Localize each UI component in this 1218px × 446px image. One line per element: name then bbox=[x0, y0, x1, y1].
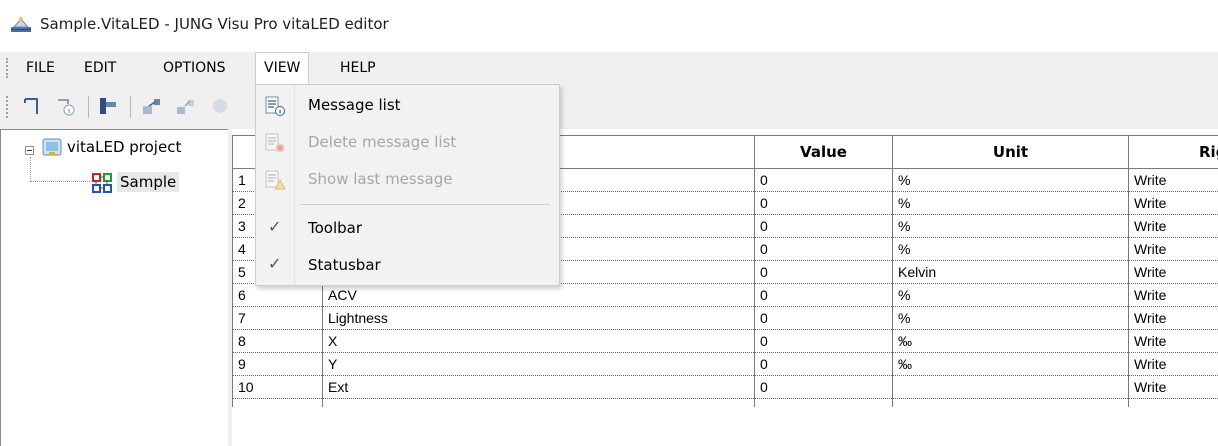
menu-separator bbox=[300, 204, 550, 205]
window-title: Sample.VitaLED - JUNG Visu Pro vitaLED e… bbox=[40, 15, 389, 33]
row-number: 9 bbox=[232, 353, 322, 376]
row-number: 8 bbox=[232, 330, 322, 353]
row-value[interactable]: 0 bbox=[754, 238, 892, 261]
toolbar-separator bbox=[88, 96, 89, 118]
tree-collapse-toggle[interactable] bbox=[25, 146, 34, 155]
tree-connector bbox=[30, 157, 31, 181]
row-rights[interactable]: Write bbox=[1128, 261, 1218, 284]
row-unit[interactable]: % bbox=[892, 238, 1128, 261]
menu-item-toolbar[interactable]: ✓ Toolbar bbox=[256, 211, 559, 246]
row-number: 10 bbox=[232, 376, 322, 399]
row-rights[interactable]: Write bbox=[1128, 284, 1218, 307]
row-value[interactable]: 0 bbox=[754, 284, 892, 307]
row-value[interactable]: 0 bbox=[754, 330, 892, 353]
row-unit[interactable] bbox=[892, 399, 1128, 407]
toolbar-separator bbox=[130, 96, 131, 118]
upload-icon[interactable] bbox=[174, 94, 198, 118]
download-icon[interactable] bbox=[208, 94, 232, 118]
export-icon[interactable] bbox=[140, 94, 164, 118]
row-rights[interactable]: Write bbox=[1128, 238, 1218, 261]
menu-item-delete-message-list[interactable]: Delete message list bbox=[256, 125, 559, 160]
row-value[interactable]: 0 bbox=[754, 261, 892, 284]
row-value[interactable] bbox=[754, 399, 892, 407]
row-rights[interactable]: Write bbox=[1128, 307, 1218, 330]
app-icon bbox=[11, 17, 31, 32]
menu-help[interactable]: HELP bbox=[332, 52, 384, 84]
menu-view[interactable]: VIEW bbox=[255, 52, 310, 84]
row-unit[interactable]: % bbox=[892, 284, 1128, 307]
column-header-unit[interactable]: Unit bbox=[892, 136, 1128, 168]
column-header-value[interactable]: Value bbox=[754, 136, 892, 168]
row-rights[interactable] bbox=[1128, 399, 1218, 407]
menu-item-label: Show last message bbox=[308, 170, 453, 188]
menubar-grip[interactable] bbox=[6, 58, 11, 78]
menu-item-label: Message list bbox=[308, 96, 401, 114]
warning-message-icon bbox=[265, 170, 286, 190]
row-unit[interactable]: % bbox=[892, 169, 1128, 192]
menu-bar: FILE EDIT OPTIONS VIEW HELP bbox=[0, 52, 1218, 84]
menu-item-label: Delete message list bbox=[308, 133, 457, 151]
project-icon bbox=[42, 138, 62, 156]
tree-item-sample[interactable]: Sample bbox=[117, 172, 180, 192]
checkmark-icon: ✓ bbox=[268, 254, 282, 273]
delete-message-list-icon bbox=[265, 133, 285, 153]
column-header-rights[interactable]: Rig bbox=[1128, 136, 1218, 168]
row-rights[interactable]: Write bbox=[1128, 192, 1218, 215]
title-bar: Sample.VitaLED - JUNG Visu Pro vitaLED e… bbox=[0, 0, 1218, 50]
row-rights[interactable]: Write bbox=[1128, 353, 1218, 376]
row-value[interactable]: 0 bbox=[754, 215, 892, 238]
row-name[interactable]: ACV bbox=[322, 284, 754, 307]
row-unit[interactable]: % bbox=[892, 192, 1128, 215]
table-row[interactable]: 8 X 0 ‰ Write bbox=[232, 330, 1218, 353]
row-name[interactable]: X bbox=[322, 330, 754, 353]
menu-item-show-last-message[interactable]: Show last message bbox=[256, 162, 559, 197]
tree-connector bbox=[30, 181, 90, 182]
row-unit[interactable]: % bbox=[892, 307, 1128, 330]
network-icon bbox=[92, 173, 112, 193]
message-list-icon bbox=[265, 96, 285, 116]
view-menu-dropdown: Message list Delete message list Show la… bbox=[255, 84, 560, 286]
row-unit[interactable]: Kelvin bbox=[892, 261, 1128, 284]
row-unit[interactable]: ‰ bbox=[892, 353, 1128, 376]
menu-options[interactable]: OPTIONS bbox=[155, 52, 234, 84]
row-name[interactable]: Lightness bbox=[322, 307, 754, 330]
menu-item-label: Toolbar bbox=[308, 219, 363, 237]
row-unit[interactable]: ‰ bbox=[892, 330, 1128, 353]
table-row[interactable]: 7 Lightness 0 % Write bbox=[232, 307, 1218, 330]
row-unit[interactable]: % bbox=[892, 215, 1128, 238]
row-number: 6 bbox=[232, 284, 322, 307]
row-value[interactable]: 0 bbox=[754, 353, 892, 376]
row-rights[interactable]: Write bbox=[1128, 376, 1218, 399]
toolbar bbox=[0, 84, 1218, 129]
row-name[interactable]: Y bbox=[322, 353, 754, 376]
row-rights[interactable]: Write bbox=[1128, 330, 1218, 353]
table-row[interactable] bbox=[232, 399, 1218, 407]
tree-item-project[interactable]: vitaLED project bbox=[67, 138, 181, 156]
checkmark-icon: ✓ bbox=[268, 217, 282, 236]
row-rights[interactable]: Write bbox=[1128, 169, 1218, 192]
row-value[interactable]: 0 bbox=[754, 169, 892, 192]
table-row[interactable]: 6 ACV 0 % Write bbox=[232, 284, 1218, 307]
project-tree: vitaLED project Sample bbox=[0, 129, 228, 446]
row-unit[interactable] bbox=[892, 376, 1128, 399]
row-rights[interactable]: Write bbox=[1128, 215, 1218, 238]
row-value[interactable]: 0 bbox=[754, 307, 892, 330]
menu-item-message-list[interactable]: Message list bbox=[256, 88, 559, 123]
row-number: 7 bbox=[232, 307, 322, 330]
row-value[interactable]: 0 bbox=[754, 376, 892, 399]
new-project-icon[interactable] bbox=[20, 94, 44, 118]
row-name[interactable]: Ext bbox=[322, 376, 754, 399]
menu-edit[interactable]: EDIT bbox=[76, 52, 124, 84]
menu-item-label: Statusbar bbox=[308, 256, 381, 274]
menu-item-statusbar[interactable]: ✓ Statusbar bbox=[256, 248, 559, 283]
table-row[interactable]: 10 Ext 0 Write bbox=[232, 376, 1218, 399]
row-name[interactable] bbox=[322, 399, 754, 407]
row-value[interactable]: 0 bbox=[754, 192, 892, 215]
toolbar-grip[interactable] bbox=[6, 96, 11, 118]
import-icon[interactable] bbox=[96, 94, 120, 118]
table-row[interactable]: 9 Y 0 ‰ Write bbox=[232, 353, 1218, 376]
menu-file[interactable]: FILE bbox=[18, 52, 63, 84]
row-number bbox=[232, 399, 322, 407]
info-icon[interactable] bbox=[54, 94, 78, 118]
